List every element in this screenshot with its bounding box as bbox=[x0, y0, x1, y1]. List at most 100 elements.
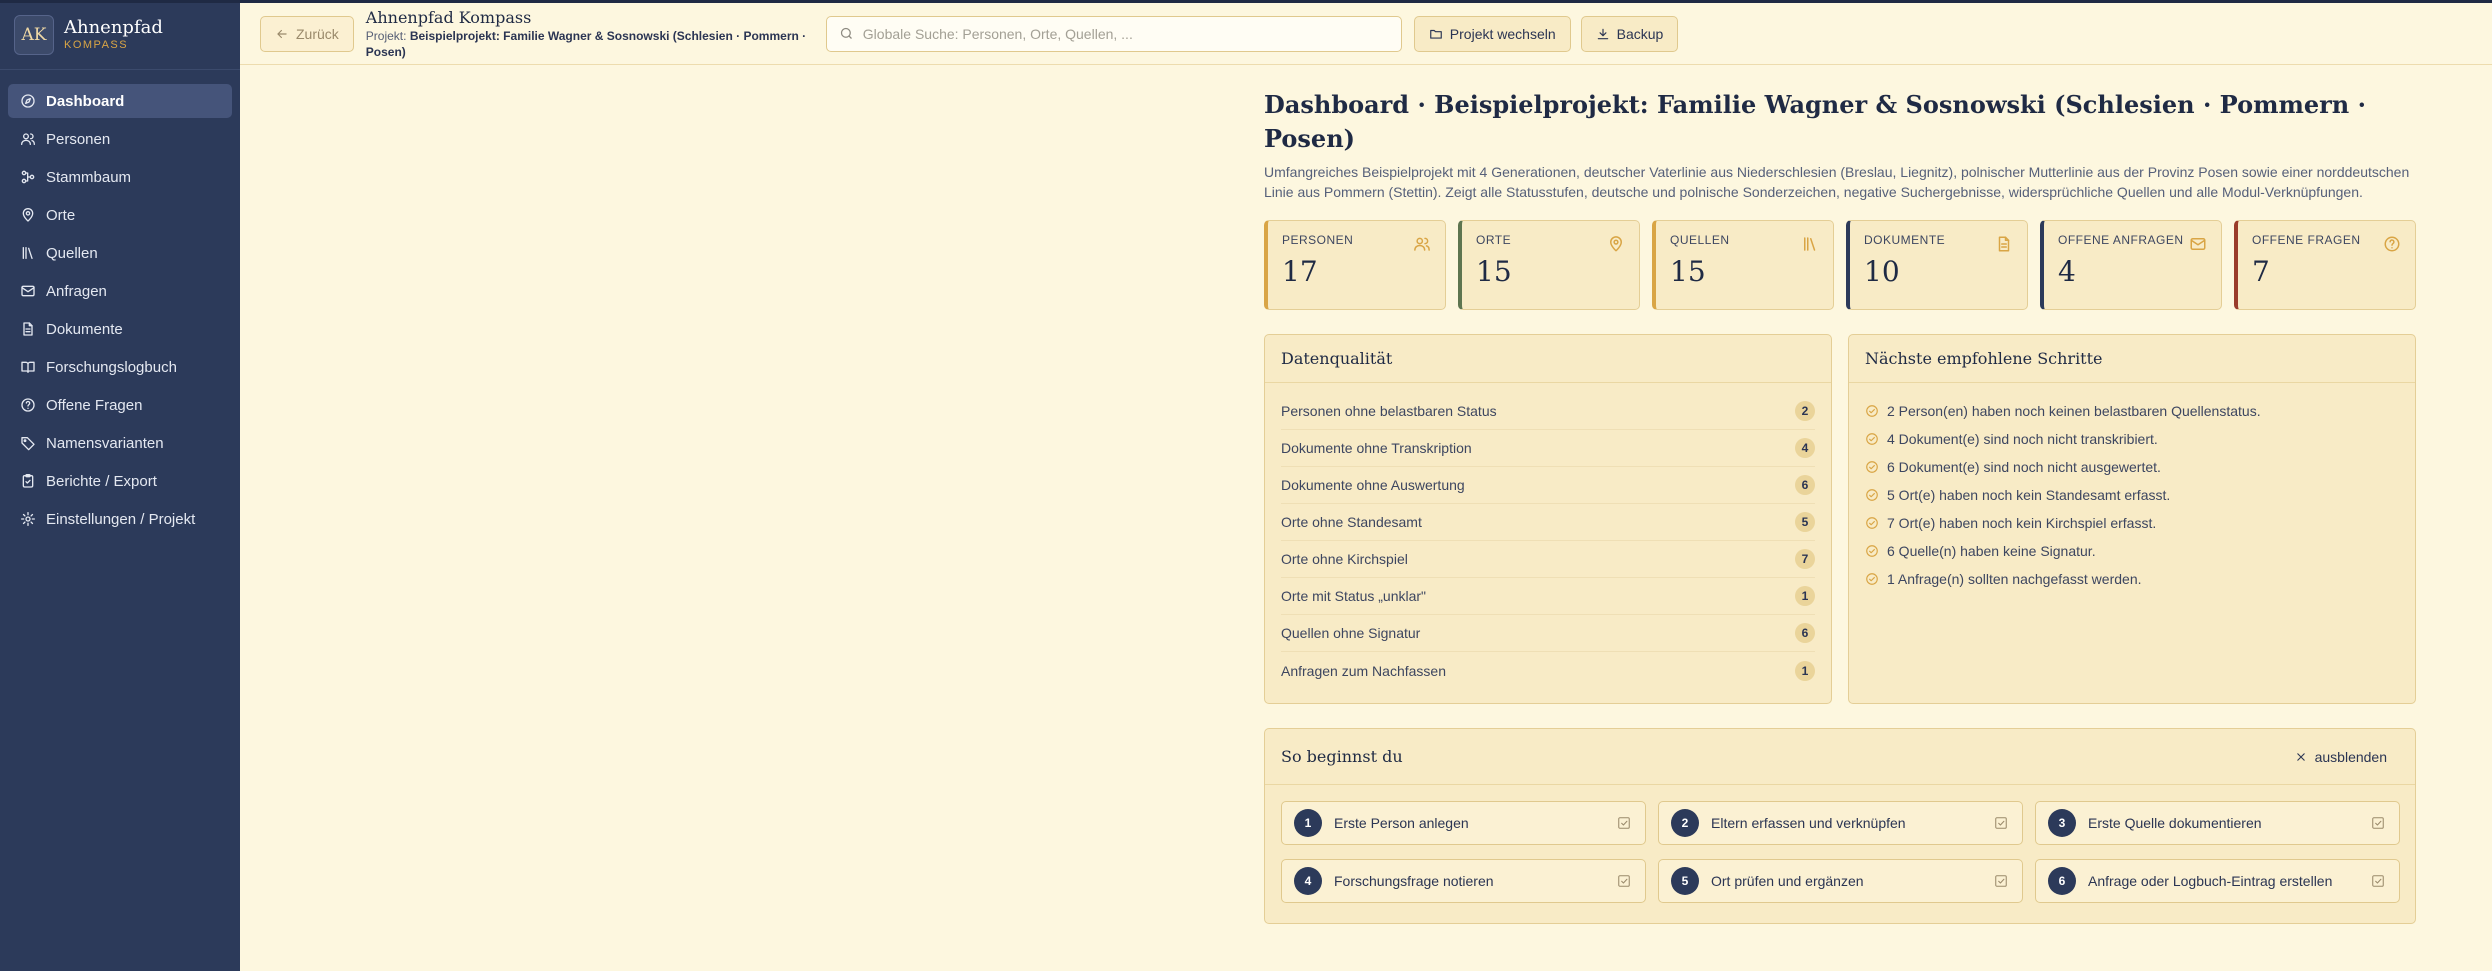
brand: AK Ahnenpfad KOMPASS bbox=[0, 0, 240, 70]
step-number: 4 bbox=[1294, 867, 1322, 895]
checkbox-icon bbox=[1617, 874, 1631, 888]
sidebar-item-namensvarianten[interactable]: Namensvarianten bbox=[8, 426, 232, 460]
sidebar-item-stammbaum[interactable]: Stammbaum bbox=[8, 160, 232, 194]
mail-icon bbox=[20, 283, 36, 299]
stat-value: 17 bbox=[1282, 255, 1318, 288]
sidebar-item-label: Namensvarianten bbox=[46, 434, 164, 452]
sidebar-item-dokumente[interactable]: Dokumente bbox=[8, 312, 232, 346]
project-prefix: Projekt: bbox=[365, 28, 407, 43]
sidebar-item-label: Offene Fragen bbox=[46, 396, 143, 414]
tree-icon bbox=[20, 169, 36, 185]
help-circle-icon bbox=[2383, 235, 2401, 253]
step-number: 1 bbox=[1294, 809, 1322, 837]
sidebar-item-quellen[interactable]: Quellen bbox=[8, 236, 232, 270]
list-item[interactable]: Personen ohne belastbaren Status 2 bbox=[1281, 393, 1815, 430]
backup-label: Backup bbox=[1616, 25, 1664, 42]
step-label: Erste Person anlegen bbox=[1334, 815, 1469, 831]
users-icon bbox=[1413, 235, 1431, 253]
sidebar-item-offene-fragen[interactable]: Offene Fragen bbox=[8, 388, 232, 422]
stat-value: 15 bbox=[1670, 255, 1706, 288]
panels-row: Datenqualität Personen ohne belastbaren … bbox=[1264, 334, 2416, 704]
sidebar-item-label: Berichte / Export bbox=[46, 472, 157, 490]
list-item[interactable]: Orte mit Status „unklar" 1 bbox=[1281, 578, 1815, 615]
search-input[interactable] bbox=[862, 25, 1383, 42]
map-pin-icon bbox=[20, 207, 36, 223]
library-icon bbox=[1801, 235, 1819, 253]
sidebar-item-anfragen[interactable]: Anfragen bbox=[8, 274, 232, 308]
getting-started-step[interactable]: 5 Ort prüfen und ergänzen bbox=[1658, 859, 2023, 903]
sidebar-item-berichte-export[interactable]: Berichte / Export bbox=[8, 464, 232, 498]
stat-value: 15 bbox=[1476, 255, 1512, 288]
step-label: Eltern erfassen und verknüpfen bbox=[1711, 815, 1906, 831]
getting-started-step[interactable]: 4 Forschungsfrage notieren bbox=[1281, 859, 1646, 903]
step-text: 6 Dokument(e) sind noch nicht ausgewerte… bbox=[1887, 459, 2161, 475]
stat-card-offene-fragen[interactable]: Offene Fragen 7 bbox=[2234, 220, 2416, 310]
stat-card-quellen[interactable]: Quellen 15 bbox=[1652, 220, 1834, 310]
users-icon bbox=[20, 131, 36, 147]
search-icon bbox=[840, 27, 852, 39]
hide-button[interactable]: ausblenden bbox=[2295, 749, 2399, 765]
top-accent-line bbox=[0, 0, 2492, 3]
check-circle-icon bbox=[1865, 516, 1879, 530]
sidebar-item-einstellungen[interactable]: Einstellungen / Projekt bbox=[8, 502, 232, 536]
stat-value: 4 bbox=[2058, 255, 2076, 288]
sidebar-item-forschungslogbuch[interactable]: Forschungslogbuch bbox=[8, 350, 232, 384]
getting-started-step[interactable]: 3 Erste Quelle dokumentieren bbox=[2035, 801, 2400, 845]
stat-card-offene-anfragen[interactable]: Offene Anfragen 4 bbox=[2040, 220, 2222, 310]
sidebar-item-personen[interactable]: Personen bbox=[8, 122, 232, 156]
switch-project-label: Projekt wechseln bbox=[1449, 25, 1556, 42]
step-number: 3 bbox=[2048, 809, 2076, 837]
list-item[interactable]: Orte ohne Standesamt 5 bbox=[1281, 504, 1815, 541]
brand-name: Ahnenpfad bbox=[64, 16, 163, 38]
getting-started-step[interactable]: 1 Erste Person anlegen bbox=[1281, 801, 1646, 845]
list-item[interactable]: Anfragen zum Nachfassen 1 bbox=[1281, 652, 1815, 689]
list-item: 5 Ort(e) haben noch kein Standesamt erfa… bbox=[1865, 481, 2399, 509]
step-label: Ort prüfen und ergänzen bbox=[1711, 873, 1864, 889]
switch-project-button[interactable]: Projekt wechseln bbox=[1413, 15, 1571, 52]
data-quality-list: Personen ohne belastbaren Status 2 Dokume… bbox=[1265, 383, 1831, 689]
book-icon bbox=[20, 359, 36, 375]
list-item: 4 Dokument(e) sind noch nicht transkribi… bbox=[1865, 425, 2399, 453]
list-item: 2 Person(en) haben noch keinen belastbar… bbox=[1865, 397, 2399, 425]
check-circle-icon bbox=[1865, 544, 1879, 558]
count-badge: 2 bbox=[1795, 401, 1815, 421]
sidebar-item-label: Dokumente bbox=[46, 320, 123, 338]
sidebar-item-label: Dashboard bbox=[46, 92, 125, 110]
stat-cards: Personen 17 Orte 15 Quellen 15 Dokumente… bbox=[1264, 220, 2416, 310]
list-item-label: Orte ohne Standesamt bbox=[1281, 514, 1422, 530]
checkbox-icon bbox=[2371, 816, 2385, 830]
getting-started-panel: So beginnst du ausblenden 1 Erste Person … bbox=[1264, 728, 2416, 924]
stat-card-orte[interactable]: Orte 15 bbox=[1458, 220, 1640, 310]
hide-button-label: ausblenden bbox=[2314, 748, 2387, 765]
dashboard-main: Dashboard · Beispielprojekt: Familie Wag… bbox=[1264, 88, 2416, 924]
sidebar-item-dashboard[interactable]: Dashboard bbox=[8, 84, 232, 118]
list-item[interactable]: Dokumente ohne Transkription 4 bbox=[1281, 430, 1815, 467]
getting-started-step[interactable]: 6 Anfrage oder Logbuch-Eintrag erstellen bbox=[2035, 859, 2400, 903]
checkbox-icon bbox=[1994, 874, 2008, 888]
getting-started-step[interactable]: 2 Eltern erfassen und verknüpfen bbox=[1658, 801, 2023, 845]
list-item-label: Orte mit Status „unklar" bbox=[1281, 588, 1427, 604]
step-number: 6 bbox=[2048, 867, 2076, 895]
stat-card-dokumente[interactable]: Dokumente 10 bbox=[1846, 220, 2028, 310]
page-title: Dashboard · Beispielprojekt: Familie Wag… bbox=[1264, 90, 2366, 153]
count-badge: 1 bbox=[1795, 660, 1815, 681]
list-item: 1 Anfrage(n) sollten nachgefasst werden. bbox=[1865, 565, 2399, 593]
list-item[interactable]: Dokumente ohne Auswertung 6 bbox=[1281, 467, 1815, 504]
sidebar-item-label: Anfragen bbox=[46, 282, 107, 300]
list-item[interactable]: Quellen ohne Signatur 6 bbox=[1281, 615, 1815, 652]
check-circle-icon bbox=[1865, 404, 1879, 418]
backup-button[interactable]: Backup bbox=[1580, 15, 1679, 52]
check-circle-icon bbox=[1865, 488, 1879, 502]
stat-card-personen[interactable]: Personen 17 bbox=[1264, 220, 1446, 310]
sidebar-item-label: Forschungslogbuch bbox=[46, 358, 177, 376]
document-icon bbox=[1995, 235, 2013, 253]
project-line: Projekt: Beispielprojekt: Familie Wagner… bbox=[366, 28, 826, 60]
sidebar-item-orte[interactable]: Orte bbox=[8, 198, 232, 232]
panel-title: Datenqualität bbox=[1265, 335, 1831, 383]
document-icon bbox=[20, 321, 36, 337]
next-steps-panel: Nächste empfohlene Schritte 2 Person(en)… bbox=[1848, 334, 2416, 704]
list-item[interactable]: Orte ohne Kirchspiel 7 bbox=[1281, 541, 1815, 578]
compass-icon bbox=[20, 93, 36, 109]
back-button[interactable]: Zurück bbox=[260, 15, 354, 52]
stat-label: Dokumente bbox=[1864, 233, 1946, 247]
